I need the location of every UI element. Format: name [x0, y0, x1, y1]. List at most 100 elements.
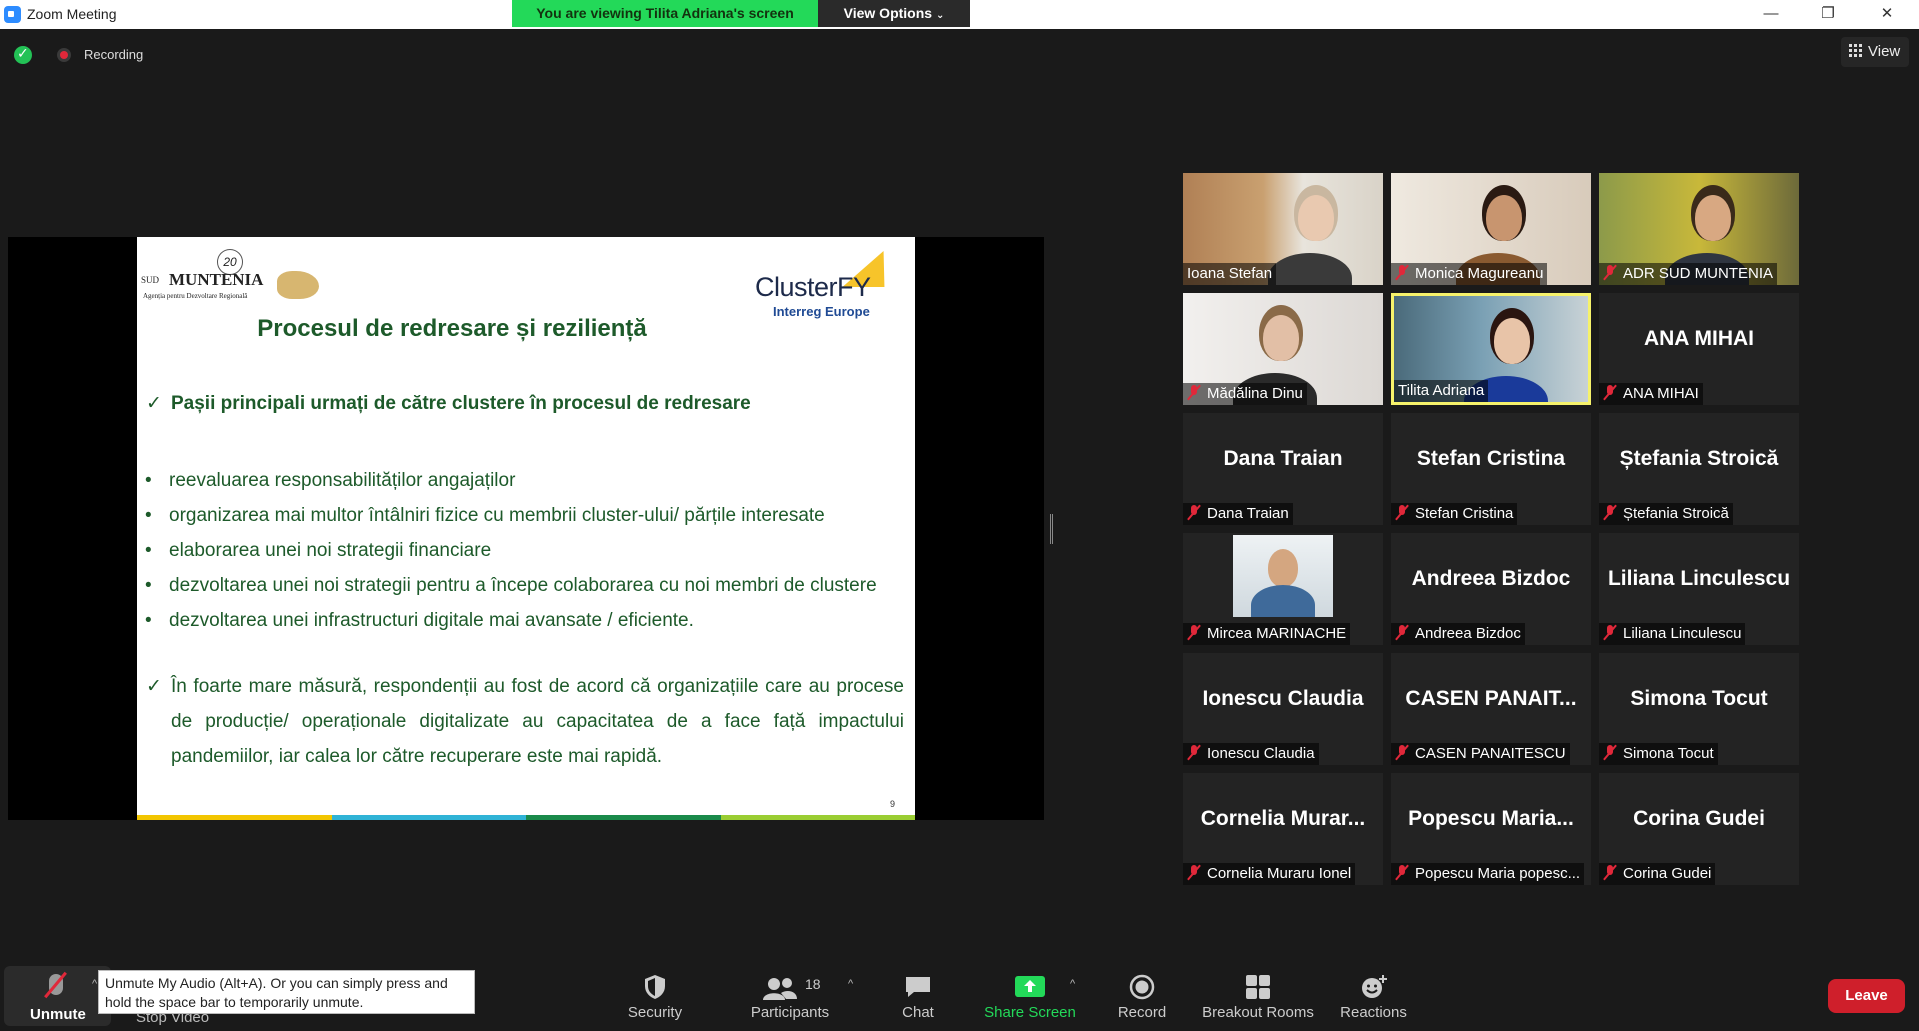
- muted-microphone-icon: [1603, 865, 1617, 880]
- close-window-button[interactable]: ✕: [1867, 3, 1907, 25]
- participant-name-label: Ioana Stefan: [1183, 263, 1277, 285]
- logo-agency-text: Agenția pentru Dezvoltare Regională: [143, 292, 248, 300]
- participant-tile[interactable]: Cornelia Murar... Cornelia Muraru Ionel: [1183, 773, 1383, 885]
- participant-tile[interactable]: Ștefania Stroică Ștefania Stroică: [1599, 413, 1799, 525]
- muted-microphone-icon: [1187, 385, 1201, 400]
- share-screen-button[interactable]: Share Screen: [980, 968, 1080, 1028]
- reactions-button[interactable]: Reactions: [1336, 968, 1411, 1028]
- participant-tile[interactable]: Ionescu Claudia Ionescu Claudia: [1183, 653, 1383, 765]
- title-bar: Zoom Meeting You are viewing Tilita Adri…: [0, 0, 1919, 29]
- presentation-slide: 20 SUD MUNTENIA Agenția pentru Dezvoltar…: [137, 237, 915, 820]
- chat-label: Chat: [902, 1004, 934, 1021]
- participant-name-text: CASEN PANAITESCU: [1415, 745, 1566, 762]
- zoom-app-icon: [4, 6, 21, 23]
- encryption-shield-icon[interactable]: [14, 45, 32, 64]
- record-label: Record: [1117, 1004, 1167, 1021]
- muted-microphone-icon: [1395, 265, 1409, 280]
- participant-tile[interactable]: Mircea MARINACHE: [1183, 533, 1383, 645]
- unmute-tooltip: Unmute My Audio (Alt+A). Or you can simp…: [98, 970, 475, 1014]
- splitter-handle[interactable]: [1050, 514, 1053, 544]
- audio-options-caret[interactable]: ^: [92, 978, 97, 990]
- participant-name-text: Mircea MARINACHE: [1207, 625, 1347, 642]
- muted-microphone-icon: [1603, 505, 1617, 520]
- view-button[interactable]: View: [1841, 37, 1909, 67]
- clusterfy-logo: ClusterFY Interreg Europe: [749, 247, 909, 319]
- reactions-icon: [1361, 975, 1387, 998]
- slide-bullet: elaborarea unei noi strategii financiare: [145, 533, 905, 568]
- participant-name-label: Simona Tocut: [1599, 743, 1718, 765]
- participant-name-text: ANA MIHAI: [1623, 385, 1699, 402]
- participant-name-text: Stefan Cristina: [1415, 505, 1514, 522]
- minimize-button[interactable]: —: [1751, 3, 1791, 25]
- people-icon: [763, 978, 797, 1000]
- slide-bullet: dezvoltarea unei infrastructuri digitale…: [145, 603, 905, 638]
- participants-options-caret[interactable]: ^: [848, 978, 853, 990]
- breakout-rooms-button[interactable]: Breakout Rooms: [1198, 968, 1318, 1028]
- restore-button[interactable]: ❐: [1808, 3, 1848, 25]
- viewing-screen-banner: You are viewing Tilita Adriana's screen: [512, 0, 818, 27]
- slide-title: Procesul de redresare și reziliență: [257, 315, 647, 342]
- muted-microphone-icon: [1187, 625, 1201, 640]
- participant-tile[interactable]: CASEN PANAIT... CASEN PANAITESCU: [1391, 653, 1591, 765]
- security-label: Security: [627, 1004, 683, 1021]
- participant-tile[interactable]: Tilita Adriana: [1391, 293, 1591, 405]
- participant-tile[interactable]: Monica Magureanu: [1391, 173, 1591, 285]
- participant-name-label: Stefan Cristina: [1391, 503, 1518, 525]
- color-bar-segment: [720, 815, 915, 820]
- participant-name-text: Dana Traian: [1207, 505, 1289, 522]
- view-options-label: View Options: [843, 5, 933, 21]
- participant-name-label: ANA MIHAI: [1599, 383, 1703, 405]
- security-button[interactable]: Security: [615, 968, 695, 1028]
- person-head: [1268, 549, 1298, 587]
- participant-tile[interactable]: Andreea Bizdoc Andreea Bizdoc: [1391, 533, 1591, 645]
- participant-name-text: Monica Magureanu: [1415, 265, 1544, 282]
- record-button[interactable]: Record: [1112, 968, 1172, 1028]
- participant-tile[interactable]: Ioana Stefan: [1183, 173, 1383, 285]
- participant-display-name: Simona Tocut: [1630, 687, 1768, 710]
- participant-name-text: Ioana Stefan: [1187, 265, 1273, 282]
- participant-tile[interactable]: Dana Traian Dana Traian: [1183, 413, 1383, 525]
- participant-name-label: CASEN PANAITESCU: [1391, 743, 1570, 765]
- person-head: [1486, 195, 1522, 241]
- participant-tile[interactable]: Stefan Cristina Stefan Cristina: [1391, 413, 1591, 525]
- participant-tile[interactable]: ANA MIHAI ANA MIHAI: [1599, 293, 1799, 405]
- participant-name-label: Monica Magureanu: [1391, 263, 1548, 285]
- participant-tile[interactable]: Mădălina Dinu: [1183, 293, 1383, 405]
- participant-name-text: Ștefania Stroică: [1623, 505, 1729, 522]
- participant-tile[interactable]: Popescu Maria... Popescu Maria popesc...: [1391, 773, 1591, 885]
- view-options-button[interactable]: View Options ⌄: [818, 0, 970, 27]
- person-head: [1298, 195, 1334, 241]
- participant-tile[interactable]: Corina Gudei Corina Gudei: [1599, 773, 1799, 885]
- participant-display-name: Ștefania Stroică: [1619, 447, 1779, 470]
- region-map-icon: [277, 271, 319, 299]
- share-screen-icon: [1015, 976, 1045, 997]
- participant-display-name: Dana Traian: [1223, 447, 1343, 470]
- participant-name-text: Andreea Bizdoc: [1415, 625, 1521, 642]
- color-bar-segment: [137, 815, 332, 820]
- chat-button[interactable]: Chat: [888, 968, 948, 1028]
- participant-name-label: Dana Traian: [1183, 503, 1293, 525]
- participant-display-name: Cornelia Murar...: [1200, 807, 1366, 830]
- participant-name-text: Simona Tocut: [1623, 745, 1714, 762]
- share-screen-label: Share Screen: [984, 1004, 1076, 1021]
- participant-name-label: Mădălina Dinu: [1183, 383, 1307, 405]
- muted-microphone-icon: [1603, 385, 1617, 400]
- color-bar-segment: [526, 815, 721, 820]
- record-icon: [1129, 974, 1155, 1000]
- shield-icon: [645, 975, 665, 999]
- participant-name-text: Mădălina Dinu: [1207, 385, 1303, 402]
- muted-microphone-icon: [1395, 865, 1409, 880]
- share-options-caret[interactable]: ^: [1070, 978, 1075, 990]
- participants-button[interactable]: 18 Participants: [740, 968, 840, 1028]
- leave-button[interactable]: Leave: [1828, 979, 1905, 1013]
- participant-tile[interactable]: ADR SUD MUNTENIA: [1599, 173, 1799, 285]
- muted-microphone-icon: [1187, 505, 1201, 520]
- view-label: View: [1868, 43, 1901, 60]
- slide-heading-text: Pașii principali urmați de către cluster…: [171, 393, 751, 414]
- participant-tile[interactable]: Simona Tocut Simona Tocut: [1599, 653, 1799, 765]
- muted-microphone-icon: [1187, 745, 1201, 760]
- person-body: [1268, 253, 1352, 285]
- recording-label: Recording: [84, 47, 144, 62]
- participant-tile[interactable]: Liliana Linculescu Liliana Linculescu: [1599, 533, 1799, 645]
- logo-muntenia-text: MUNTENIA: [169, 270, 264, 289]
